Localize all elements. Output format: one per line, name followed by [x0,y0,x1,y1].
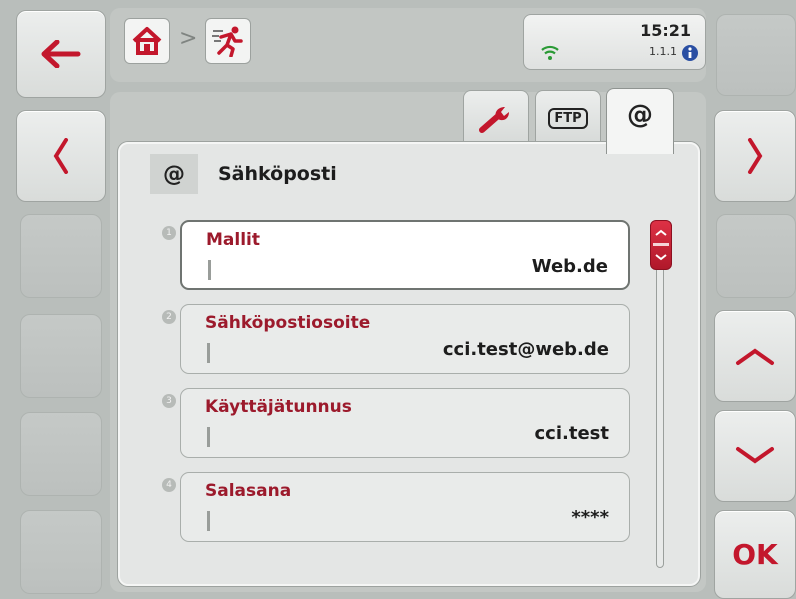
softkey-left-6[interactable] [20,510,102,594]
running-man-app-icon [212,26,243,57]
field-username[interactable]: Käyttäjätunnus cci.test [180,388,630,458]
text-cursor [208,260,211,280]
scroll-down-button[interactable] [714,410,796,502]
field-index: 3 [162,394,176,408]
field-label: Sähköpostiosoite [205,313,371,333]
text-cursor [207,427,210,447]
wrench-icon [479,106,509,133]
arrow-left-icon [41,40,81,68]
tab-email[interactable]: @ [606,88,674,154]
home-icon [132,27,162,55]
at-icon: @ [627,99,653,130]
field-index: 2 [162,310,176,324]
field-label: Salasana [205,481,292,501]
ok-button[interactable]: OK [714,510,796,599]
text-cursor [207,511,210,531]
field-value: **** [571,507,609,528]
scroll-grip-icon [653,229,669,261]
scrollbar-track[interactable] [656,220,664,568]
field-email-address[interactable]: Sähköpostiosoite cci.test@web.de [180,304,630,374]
field-index: 4 [162,478,176,492]
field-password[interactable]: Salasana **** [180,472,630,542]
clock-time: 15:21 [640,21,691,40]
panel-title: Sähköposti [218,163,337,185]
version-text: 1.1.1 [649,45,677,58]
field-value: cci.test@web.de [442,339,609,360]
status-box: 15:21 1.1.1 [523,14,706,70]
info-icon [682,45,698,61]
text-cursor [207,343,210,363]
softkey-left-5[interactable] [20,412,102,496]
previous-tab-button[interactable] [16,110,106,202]
field-label: Mallit [206,230,260,250]
email-settings-panel: @ Sähköposti 1 Mallit Web.de 2 Sähköpost… [118,142,700,586]
chevron-down-icon [736,447,774,464]
field-index: 1 [162,226,176,240]
chevron-right-icon [748,138,763,174]
next-tab-button[interactable] [714,110,796,202]
email-at-icon: @ [150,154,198,194]
back-button[interactable] [16,10,106,98]
softkey-left-3[interactable] [20,214,102,298]
ftp-icon: FTP [548,108,588,129]
chevron-up-icon [736,348,774,365]
field-label: Käyttäjätunnus [205,397,352,417]
home-button[interactable] [124,18,170,64]
field-value: Web.de [531,256,608,277]
field-value: cci.test [534,423,609,444]
wifi-icon [541,45,559,60]
ok-label: OK [732,538,778,571]
chevron-left-icon [53,138,68,174]
softkey-left-4[interactable] [20,314,102,398]
panel-header: @ Sähköposti [150,154,337,194]
breadcrumb-app-button[interactable] [205,18,251,64]
softkey-right-1[interactable] [716,14,796,96]
softkey-right-3[interactable] [716,214,796,298]
scrollbar-thumb[interactable] [650,220,672,270]
breadcrumb-separator: > [179,26,198,51]
tab-general[interactable] [463,90,529,146]
field-templates[interactable]: Mallit Web.de [180,220,630,290]
scroll-up-button[interactable] [714,310,796,402]
tab-ftp[interactable]: FTP [535,90,601,146]
